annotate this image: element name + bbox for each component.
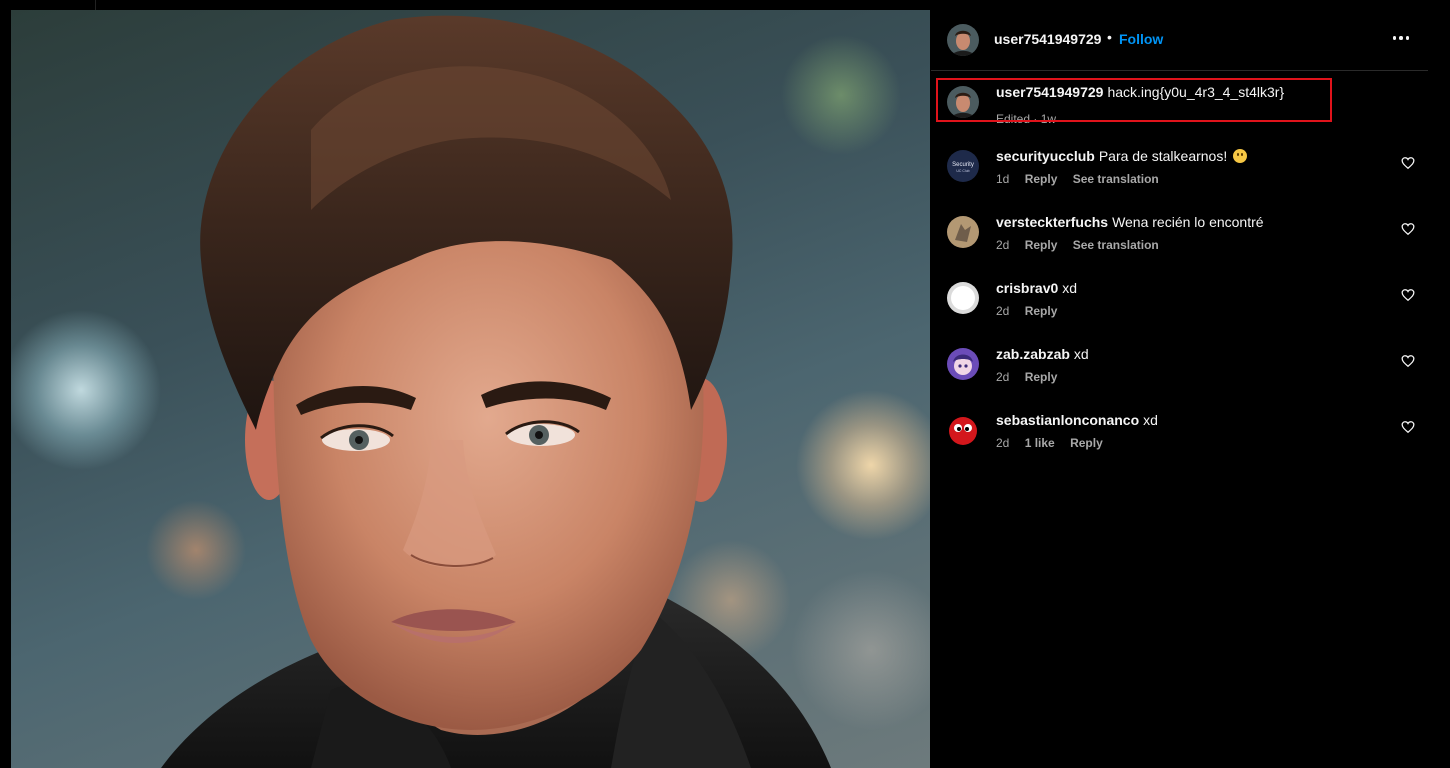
comment-meta: 2d Reply [996,304,1069,318]
post-caption: user7541949729 hack.ing{y0u_4r3_4_st4lk3r… [931,80,1428,132]
comment-username[interactable]: crisbrav0 [996,280,1058,296]
post-header: user7541949729 • Follow [931,10,1428,71]
comment-item: Security UC Club securityucclub Para de s… [931,144,1428,196]
caption-author-avatar[interactable] [947,86,979,118]
comment-meta: 2d 1 like Reply [996,436,1115,450]
comment-item: sebastianlonconanco xd 2d 1 like Reply [931,408,1428,460]
comment-meta: 2d Reply See translation [996,238,1171,252]
see-translation-button[interactable]: See translation [1073,172,1159,186]
top-edge-divider [95,0,96,10]
like-count[interactable]: 1 like [1025,436,1055,450]
confused-face-emoji-icon [1233,149,1248,163]
comment-time: 2d [996,238,1010,252]
heart-outline-icon[interactable] [1401,354,1419,372]
reply-button[interactable]: Reply [1025,370,1058,384]
reply-button[interactable]: Reply [1025,172,1058,186]
comment-text-line: securityucclub Para de stalkearnos! [996,148,1248,164]
comment-time: 1d [996,172,1010,186]
comment-username[interactable]: versteckterfuchs [996,214,1108,230]
see-translation-button[interactable]: See translation [1073,238,1159,252]
heart-outline-icon[interactable] [1401,156,1419,174]
caption-text-line: user7541949729 hack.ing{y0u_4r3_4_st4lk3r… [996,84,1284,100]
header-separator-dot: • [1107,29,1112,45]
comment-time: 2d [996,370,1010,384]
portrait-illustration [161,15,831,768]
comment-text-line: zab.zabzab xd [996,346,1089,362]
heart-outline-icon[interactable] [1401,288,1419,306]
caption-meta: Edited · 1w [996,112,1057,126]
caption-username[interactable]: user7541949729 [996,84,1103,100]
comment-text: xd [1073,346,1089,362]
comment-text-line: versteckterfuchs Wena recién lo encontré [996,214,1264,230]
author-username[interactable]: user7541949729 [994,31,1101,47]
comment-item: versteckterfuchs Wena recién lo encontré … [931,210,1428,262]
comment-text: xd [1143,412,1158,428]
comment-item: zab.zabzab xd 2d Reply [931,342,1428,394]
more-options-icon[interactable] [1387,24,1415,52]
comment-text: Wena recién lo encontré [1112,214,1264,230]
reply-button[interactable]: Reply [1025,304,1058,318]
commenter-avatar-sebastianlonconanco[interactable] [947,414,979,446]
comment-time: 2d [996,304,1010,318]
caption-text: hack.ing{y0u_4r3_4_st4lk3r} [1107,84,1285,100]
comment-username[interactable]: zab.zabzab [996,346,1070,362]
comment-text: xd [1062,280,1078,296]
comment-text-line: crisbrav0 xd [996,280,1077,296]
comment-meta: 1d Reply See translation [996,172,1171,186]
commenter-avatar-zab-zabzab[interactable] [947,348,979,380]
comment-item: crisbrav0 xd 2d Reply [931,276,1428,328]
comment-username[interactable]: sebastianlonconanco [996,412,1139,428]
follow-button[interactable]: Follow [1119,31,1163,47]
commenter-avatar-crisbrav0[interactable] [947,282,979,314]
heart-outline-icon[interactable] [1401,222,1419,240]
svg-text:UC Club: UC Club [956,169,969,173]
reply-button[interactable]: Reply [1025,238,1058,252]
comment-time: 2d [996,436,1010,450]
reply-button[interactable]: Reply [1070,436,1103,450]
author-avatar[interactable] [947,24,979,56]
commenter-avatar-securityucclub[interactable]: Security UC Club [947,150,979,182]
commenter-avatar-versteckterfuchs[interactable] [947,216,979,248]
comment-text-line: sebastianlonconanco xd [996,412,1158,428]
comment-meta: 2d Reply [996,370,1069,384]
svg-text:Security: Security [952,162,974,168]
comment-text: Para de stalkearnos! [1098,148,1228,164]
post-photo [11,10,930,768]
heart-outline-icon[interactable] [1401,420,1419,438]
comment-username[interactable]: securityucclub [996,148,1095,164]
